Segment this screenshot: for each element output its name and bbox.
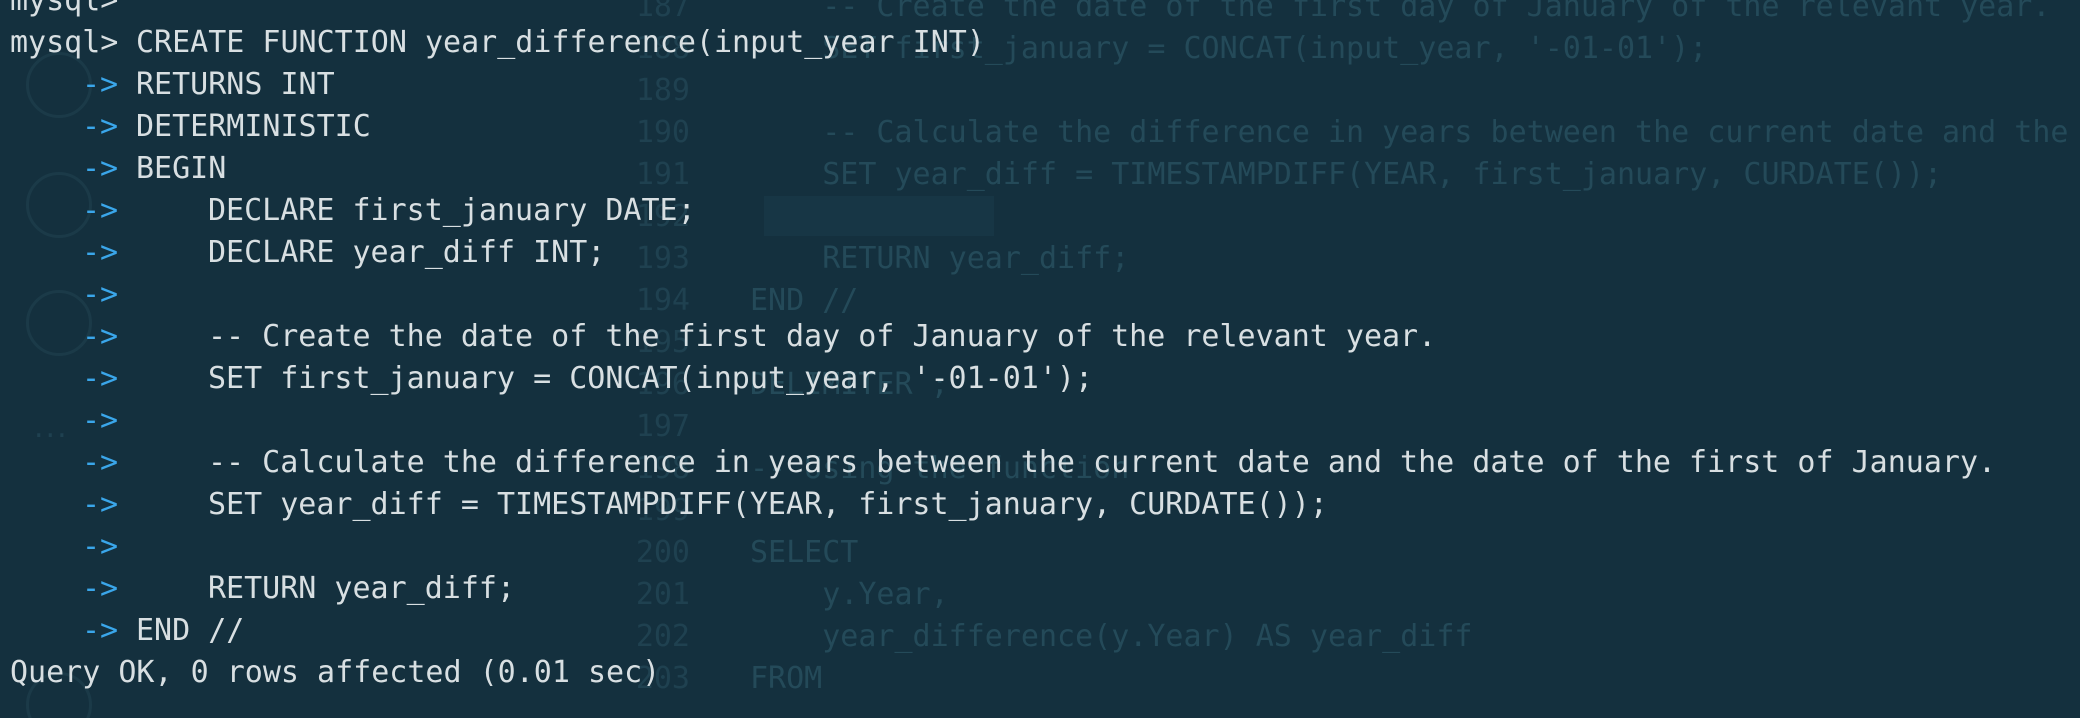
continuation-arrow: -> bbox=[82, 571, 119, 606]
continuation-arrow: -> bbox=[82, 361, 119, 396]
sql-text: -- Calculate the difference in years bet… bbox=[208, 445, 1997, 480]
continuation-arrow: -> bbox=[82, 277, 119, 312]
sql-text: RETURNS INT bbox=[136, 67, 335, 102]
sql-text: DETERMINISTIC bbox=[136, 109, 371, 144]
continuation-arrow: -> bbox=[82, 109, 119, 144]
terminal-output[interactable]: mysql> mysql> CREATE FUNCTION year_differe… bbox=[0, 0, 2080, 718]
continuation-arrow: -> bbox=[82, 529, 119, 564]
continuation-arrow: -> bbox=[82, 403, 119, 438]
sql-text: DECLARE first_january DATE; bbox=[208, 193, 696, 228]
sql-text: DECLARE year_diff INT; bbox=[208, 235, 606, 270]
sql-text: BEGIN bbox=[136, 151, 227, 186]
mysql-prompt: mysql> bbox=[10, 25, 119, 60]
continuation-arrow: -> bbox=[82, 487, 119, 522]
continuation-arrow: -> bbox=[82, 151, 119, 186]
continuation-arrow: -> bbox=[82, 613, 119, 648]
sql-text: SET year_diff = TIMESTAMPDIFF(YEAR, firs… bbox=[208, 487, 1328, 522]
continuation-arrow: -> bbox=[82, 445, 119, 480]
continuation-arrow: -> bbox=[82, 67, 119, 102]
query-status: Query OK, 0 rows affected (0.01 sec) bbox=[10, 655, 661, 690]
continuation-arrow: -> bbox=[82, 193, 119, 228]
sql-text: RETURN year_diff; bbox=[208, 571, 516, 606]
sql-text: END // bbox=[136, 613, 245, 648]
continuation-arrow: -> bbox=[82, 235, 119, 270]
sql-text: CREATE FUNCTION year_difference(input_ye… bbox=[136, 25, 985, 60]
terminal-window: ... 187 -- Create the date of the first … bbox=[0, 0, 2080, 718]
sql-text: SET first_january = CONCAT(input_year, '… bbox=[208, 361, 1094, 396]
sql-text: -- Create the date of the first day of J… bbox=[208, 319, 1437, 354]
continuation-arrow: -> bbox=[82, 319, 119, 354]
mysql-prompt: mysql> bbox=[10, 0, 119, 18]
